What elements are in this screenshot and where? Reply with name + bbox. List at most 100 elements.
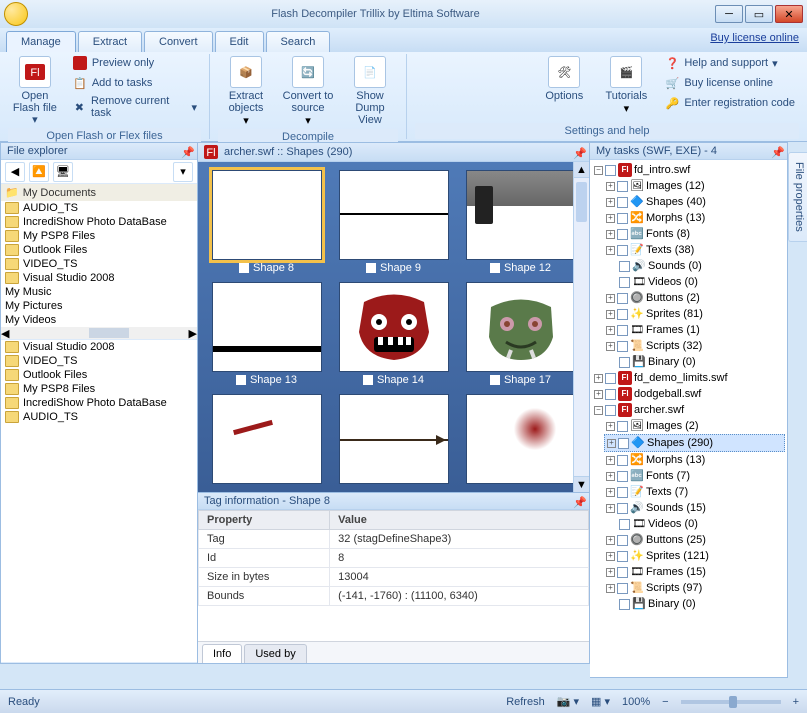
task-category[interactable]: +🔀Morphs (13) [604, 210, 785, 226]
tab-search[interactable]: Search [266, 31, 331, 52]
checkbox[interactable] [617, 551, 628, 562]
expander-icon[interactable]: + [594, 374, 603, 383]
options-button[interactable]: 🛠Options [536, 54, 592, 123]
buy-license-link[interactable]: Buy license online [710, 32, 799, 44]
expander-icon[interactable]: + [594, 390, 603, 399]
task-category[interactable]: +📜Scripts (97) [604, 580, 785, 596]
shape-checkbox[interactable] [490, 375, 500, 385]
pin-icon[interactable]: 📌 [181, 146, 191, 156]
pin-icon[interactable]: 📌 [771, 146, 781, 156]
folder-item[interactable]: Outlook Files [1, 368, 197, 382]
checkbox[interactable] [617, 487, 628, 498]
expander-icon[interactable]: + [606, 456, 615, 465]
folder-item[interactable]: My Music [1, 285, 197, 299]
task-category[interactable]: +🔤Fonts (7) [604, 468, 785, 484]
minimize-button[interactable]: ─ [715, 5, 743, 23]
my-documents-folder[interactable]: 📁 My Documents [1, 184, 197, 201]
task-category[interactable]: +✨Sprites (81) [604, 306, 785, 322]
checkbox[interactable] [605, 373, 616, 384]
expander-icon[interactable]: − [594, 406, 603, 415]
task-category[interactable]: +🖼Images (12) [604, 178, 785, 194]
expander-icon[interactable]: + [606, 552, 615, 561]
checkbox[interactable] [617, 309, 628, 320]
open-flash-file-button[interactable]: Fl OpenFlash file ▾ [8, 54, 62, 128]
fe-horizontal-scrollbar[interactable]: ◀▶ [1, 327, 197, 339]
task-category[interactable]: +📜Scripts (32) [604, 338, 785, 354]
tag-tab-usedby[interactable]: Used by [244, 644, 306, 663]
checkbox[interactable] [617, 197, 628, 208]
pin-icon[interactable]: 📌 [573, 147, 583, 157]
shape-thumbnail[interactable]: Shape 14 [333, 282, 454, 388]
expander-icon[interactable]: + [606, 214, 615, 223]
checkbox[interactable] [617, 181, 628, 192]
shape-thumbnail[interactable]: Shape 9 [333, 170, 454, 276]
show-dump-button[interactable]: 📄Show Dump View [342, 54, 398, 129]
task-category[interactable]: +🔊Sounds (15) [604, 500, 785, 516]
shape-checkbox[interactable] [239, 263, 249, 273]
remove-task-button[interactable]: ✖Remove current task ▾ [68, 94, 201, 120]
expander-icon[interactable]: + [607, 439, 616, 448]
refresh-button[interactable]: Refresh [506, 696, 545, 708]
shape-thumbnail[interactable]: Shape 13 [206, 282, 327, 388]
checkbox[interactable] [619, 357, 630, 368]
tab-manage[interactable]: Manage [6, 31, 76, 52]
task-category[interactable]: +🎞Frames (1) [604, 322, 785, 338]
thumbnail-view-icon[interactable]: ▦ ▾ [591, 695, 610, 708]
pin-icon[interactable]: 📌 [573, 496, 583, 506]
tag-tab-info[interactable]: Info [202, 644, 242, 663]
extract-objects-button[interactable]: 📦Extract objects ▾ [218, 54, 274, 129]
expander-icon[interactable]: + [606, 310, 615, 319]
task-category[interactable]: +✨Sprites (121) [604, 548, 785, 564]
checkbox[interactable] [617, 567, 628, 578]
expander-icon[interactable]: + [606, 294, 615, 303]
tab-extract[interactable]: Extract [78, 31, 142, 52]
shape-thumbnail[interactable]: Shape 17 [460, 282, 581, 388]
checkbox[interactable] [619, 599, 630, 610]
task-category[interactable]: +🔷Shapes (40) [604, 194, 785, 210]
maximize-button[interactable]: ▭ [745, 5, 773, 23]
tutorials-button[interactable]: 🎬Tutorials ▾ [598, 54, 654, 123]
shape-thumbnail[interactable] [460, 394, 581, 484]
zoom-out-button[interactable]: − [662, 696, 668, 708]
checkbox[interactable] [617, 583, 628, 594]
file-properties-tab[interactable]: File properties [788, 152, 807, 242]
zoom-slider[interactable] [681, 700, 781, 704]
checkbox[interactable] [617, 229, 628, 240]
task-category[interactable]: 🔊Sounds (0) [604, 258, 785, 274]
checkbox[interactable] [619, 261, 630, 272]
scroll-up-button[interactable]: ▲ [574, 162, 589, 178]
folder-item[interactable]: Visual Studio 2008 [1, 271, 197, 285]
scroll-down-button[interactable]: ▼ [574, 476, 589, 492]
close-button[interactable]: ✕ [775, 5, 803, 23]
checkbox[interactable] [617, 325, 628, 336]
fe-desktop-button[interactable]: 🖥 [53, 162, 73, 182]
expander-icon[interactable]: + [606, 472, 615, 481]
checkbox[interactable] [617, 213, 628, 224]
expander-icon[interactable]: + [606, 326, 615, 335]
folder-item[interactable]: Outlook Files [1, 243, 197, 257]
task-category[interactable]: +🎞Frames (15) [604, 564, 785, 580]
folder-item[interactable]: VIDEO_TS [1, 257, 197, 271]
add-to-tasks-button[interactable]: 📋Add to tasks [68, 74, 201, 92]
expander-icon[interactable]: + [606, 198, 615, 207]
folder-item[interactable]: AUDIO_TS [1, 410, 197, 424]
preview-only-button[interactable]: Preview only [68, 54, 201, 72]
checkbox[interactable] [619, 519, 630, 530]
task-category[interactable]: +🖼Images (2) [604, 418, 785, 434]
tab-convert[interactable]: Convert [144, 31, 213, 52]
folder-item[interactable]: VIDEO_TS [1, 354, 197, 368]
checkbox[interactable] [605, 389, 616, 400]
shape-thumbnail[interactable]: Shape 8 [206, 170, 327, 276]
task-file[interactable]: −Flfd_intro.swf [592, 162, 785, 178]
shape-checkbox[interactable] [363, 375, 373, 385]
task-category[interactable]: +🔘Buttons (2) [604, 290, 785, 306]
expander-icon[interactable]: + [606, 422, 615, 431]
folder-item[interactable]: My Pictures [1, 299, 197, 313]
enter-reg-code-button[interactable]: 🔑Enter registration code [660, 94, 799, 112]
shape-checkbox[interactable] [366, 263, 376, 273]
folder-item[interactable]: AUDIO_TS [1, 201, 197, 215]
folder-item[interactable]: My Videos [1, 313, 197, 327]
checkbox[interactable] [617, 245, 628, 256]
fe-menu-button[interactable]: ▾ [173, 162, 193, 182]
task-category[interactable]: +🔀Morphs (13) [604, 452, 785, 468]
